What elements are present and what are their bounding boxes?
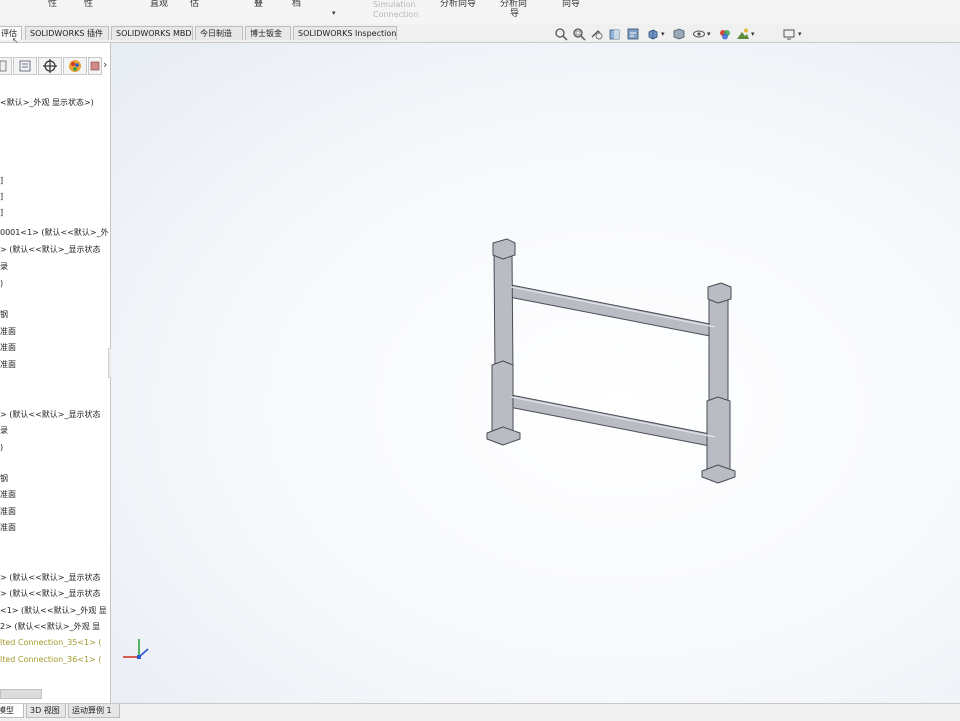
display-manager-tab[interactable] <box>63 57 87 75</box>
configuration-manager-tab[interactable] <box>38 57 62 75</box>
assembly-model[interactable] <box>111 43 960 703</box>
feature-manager-tab[interactable] <box>0 57 12 75</box>
tree-item-mate[interactable]: lted Connection_35<1> ( <box>0 638 102 648</box>
graphics-area[interactable] <box>111 43 960 703</box>
tab-motion-study-1[interactable]: 运动算例 1 <box>68 704 120 718</box>
tree-item[interactable]: 2> (默认<<默认>_外观 显 <box>0 622 100 632</box>
ribbon-label[interactable]: 直观 <box>150 0 168 9</box>
ribbon-label[interactable]: 估 <box>190 0 199 9</box>
right-post-upper[interactable] <box>708 290 729 414</box>
ribbon-label[interactable]: 导 <box>510 9 519 19</box>
property-manager-tab[interactable] <box>13 57 37 75</box>
left-post-cap[interactable] <box>492 238 516 260</box>
appearance-tab[interactable] <box>88 57 102 75</box>
hide-show-icon[interactable] <box>692 27 706 41</box>
tree-item[interactable]: > (默认<<默认>_显示状态 <box>0 589 100 599</box>
panel-tab-strip: › <box>0 55 110 77</box>
horizontal-scrollbar[interactable] <box>0 689 42 699</box>
crossbeam-top-edge <box>510 286 716 328</box>
tree-item[interactable]: ] <box>0 192 3 202</box>
tree-item[interactable]: > (默认<<默认>_显示状态 <box>0 410 100 420</box>
right-post-cap[interactable] <box>707 282 732 304</box>
tab-model[interactable]: 模型 <box>0 704 24 718</box>
ribbon-label[interactable]: 分析向导 <box>440 0 476 9</box>
edit-appearance-icon[interactable] <box>718 27 732 41</box>
tree-item[interactable]: > (默认<<默认>_显示状态 <box>0 245 100 255</box>
previous-view-icon[interactable] <box>590 27 604 41</box>
ribbon-label[interactable]: 向导 <box>562 0 580 9</box>
tree-item[interactable]: 0001<1> (默认<<默认>_外 <box>0 228 109 238</box>
tab-solidworks-addins[interactable]: SOLIDWORKS 插件 <box>25 26 109 40</box>
command-manager-tabs: 评估 SOLIDWORKS 插件 SOLIDWORKS MBD 今日制造 博士钣… <box>0 24 960 45</box>
feature-manager-panel: › <默认>_外观 显示状态>)]]] 0001<1> (默认<<默认>_外 > (… <box>0 43 111 703</box>
conveyor-stand-frame[interactable] <box>486 238 736 484</box>
tree-item[interactable]: 准面 <box>0 343 16 353</box>
tree-item[interactable]: ] <box>0 208 3 218</box>
tree-item[interactable]: > (默认<<默认>_显示状态 <box>0 573 100 583</box>
tree-item[interactable]: 准面 <box>0 507 16 517</box>
section-view-icon[interactable] <box>608 27 622 41</box>
tree-item-mate[interactable]: lted Connection_36<1> ( <box>0 655 102 665</box>
ribbon-label-simulation[interactable]: Simulation <box>373 0 416 10</box>
tree-item[interactable]: 准面 <box>0 327 16 337</box>
ribbon-label[interactable]: 档 <box>292 0 301 9</box>
ribbon-label[interactable]: 叠 <box>254 0 263 9</box>
tab-solidworks-mbd[interactable]: SOLIDWORKS MBD <box>111 26 193 40</box>
tree-item[interactable]: ) <box>0 443 3 453</box>
tree-item[interactable]: 准面 <box>0 523 16 533</box>
tab-sheet-metal[interactable]: 博士钣金 <box>245 26 291 40</box>
tree-item[interactable]: 准面 <box>0 490 16 500</box>
tab-today-manufacture[interactable]: 今日制造 <box>195 26 243 40</box>
dropdown-arrow-icon[interactable]: ▾ <box>751 29 755 39</box>
zoom-area-icon[interactable] <box>572 27 586 41</box>
tree-item[interactable]: ) <box>0 279 3 289</box>
crossbeam-bottom-edge <box>510 396 716 438</box>
ribbon-label[interactable]: 分析向 <box>500 0 527 9</box>
tree-item[interactable]: <1> (默认<<默认>_外观 显 <box>0 606 107 616</box>
zoom-to-fit-icon[interactable] <box>554 27 568 41</box>
left-post-upper[interactable] <box>493 248 514 378</box>
bottom-tabs: 模型 3D 视图 运动算例 1 <box>0 703 960 721</box>
view-orientation-icon[interactable] <box>646 27 660 41</box>
tree-item[interactable]: 钢 <box>0 310 8 320</box>
command-ribbon: 性 性 直观 估 叠 档 ▾ Simulation Connection 分析向… <box>0 0 960 24</box>
tree-item[interactable]: 录 <box>0 426 8 436</box>
tree-item[interactable]: ] <box>0 176 3 186</box>
ribbon-dropdown-icon[interactable]: ▾ <box>332 8 336 18</box>
tab-solidworks-inspection[interactable]: SOLIDWORKS Inspection <box>293 26 397 40</box>
tree-item[interactable]: 录 <box>0 262 8 272</box>
tab-3d-views[interactable]: 3D 视图 <box>26 704 66 718</box>
triad-origin <box>137 655 141 659</box>
dropdown-arrow-icon[interactable]: ▾ <box>707 29 711 39</box>
ribbon-label-connection[interactable]: Connection <box>373 10 418 20</box>
dropdown-arrow-icon[interactable]: ▾ <box>661 29 665 39</box>
ribbon-label[interactable]: 性 <box>48 0 57 9</box>
tree-item[interactable]: <默认>_外观 显示状态>) <box>0 98 94 108</box>
tree-item[interactable]: 钢 <box>0 474 8 484</box>
tree-item[interactable]: 准面 <box>0 360 16 370</box>
reference-triad <box>123 639 149 659</box>
panel-more-arrow[interactable]: › <box>103 58 107 71</box>
dropdown-arrow-icon[interactable]: ▾ <box>798 29 802 39</box>
apply-scene-icon[interactable] <box>736 27 750 41</box>
display-style-icon[interactable] <box>672 27 686 41</box>
view-settings-icon[interactable] <box>782 27 796 41</box>
ribbon-label[interactable]: 性 <box>84 0 93 9</box>
dynamic-annotation-icon[interactable] <box>626 27 640 41</box>
